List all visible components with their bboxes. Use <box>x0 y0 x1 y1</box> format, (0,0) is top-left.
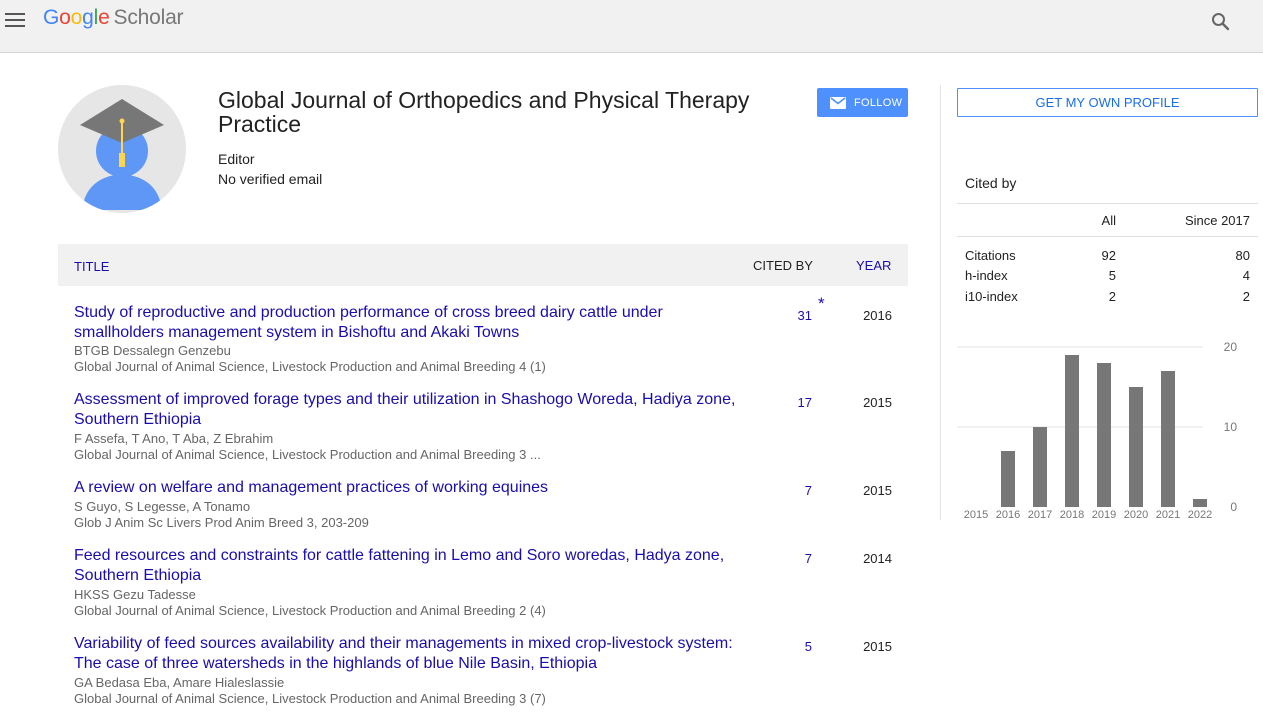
chart-x-tick-label: 2020 <box>1124 509 1148 521</box>
chart-bar-2019[interactable] <box>1097 363 1111 507</box>
publication-venue: Global Journal of Animal Science, Livest… <box>74 447 541 462</box>
publication-title-link[interactable]: A review on welfare and management pract… <box>74 478 754 498</box>
publications-table-header: TITLE CITED BY YEAR <box>58 244 908 286</box>
publication-title-link[interactable]: Assessment of improved forage types and … <box>74 390 754 430</box>
publication-venue: Global Journal of Animal Science, Livest… <box>74 691 546 706</box>
chart-bar-2020[interactable] <box>1129 387 1143 507</box>
follow-button[interactable]: FOLLOW <box>817 88 908 117</box>
get-my-own-profile-button[interactable]: GET MY OWN PROFILE <box>957 88 1258 117</box>
profile-name: Global Journal of Orthopedics and Physic… <box>218 87 750 137</box>
chart-x-tick-label: 2022 <box>1188 509 1212 521</box>
stat-since-citations: 80 <box>1235 248 1250 263</box>
chart-y-tick-label: 10 <box>1224 420 1238 434</box>
publication-title-link[interactable]: Study of reproductive and production per… <box>74 303 754 343</box>
cited-by-count-link[interactable]: 7 <box>758 483 812 498</box>
publication-authors: GA Bedasa Eba, Amare Hialeslassie <box>74 675 285 690</box>
publication-year: 2014 <box>863 551 892 566</box>
stat-label-citations: Citations <box>965 248 1016 263</box>
stat-all-i10-index: 2 <box>1108 289 1116 304</box>
publication-venue: Global Journal of Animal Science, Livest… <box>74 603 546 618</box>
chart-x-tick-label: 2015 <box>964 509 988 521</box>
cited-by-header[interactable]: CITED BY <box>753 258 813 273</box>
stat-label-h-index: h-index <box>965 268 1008 283</box>
chart-y-tick-label: 20 <box>1224 340 1238 354</box>
top-bar: Google Scholar <box>0 0 1263 53</box>
logo-product-name: Scholar <box>113 6 184 29</box>
cited-by-count-link[interactable]: 17 <box>758 395 812 410</box>
chart-bar-2016[interactable] <box>1001 451 1015 507</box>
sort-by-year-header[interactable]: YEAR <box>856 258 891 273</box>
stat-all-h-index: 5 <box>1108 268 1116 283</box>
stat-since-i10-index: 2 <box>1242 289 1250 304</box>
chart-y-tick-label: 0 <box>1230 500 1237 514</box>
chart-x-tick-label: 2018 <box>1060 509 1084 521</box>
chart-x-tick-label: 2017 <box>1028 509 1052 521</box>
cited-by-divider <box>957 236 1258 237</box>
chart-x-tick-label: 2021 <box>1156 509 1180 521</box>
logo-letter: o <box>70 6 83 29</box>
publication-title-link[interactable]: Feed resources and constraints for cattl… <box>74 546 754 586</box>
stat-label-i10-index: i10-index <box>965 289 1018 304</box>
chart-x-tick-label: 2016 <box>996 509 1020 521</box>
search-icon[interactable] <box>1210 11 1232 33</box>
citations-since-header: Since 2017 <box>1184 213 1250 228</box>
stat-all-citations: 92 <box>1101 248 1116 263</box>
stat-since-h-index: 4 <box>1242 268 1250 283</box>
publication-year: 2015 <box>863 483 892 498</box>
google-scholar-logo[interactable]: Google Scholar <box>43 6 184 30</box>
logo-letter: g <box>82 6 94 29</box>
citations-all-header: All <box>1101 213 1116 228</box>
publication-year: 2015 <box>863 395 892 410</box>
publication-authors: S Guyo, S Legesse, A Tonamo <box>74 499 251 514</box>
publication-title-link[interactable]: Variability of feed sources availability… <box>74 634 754 674</box>
chart-bar-2017[interactable] <box>1033 427 1047 507</box>
publication-authors: BTGB Dessalegn Genzebu <box>74 343 231 358</box>
merged-citations-star[interactable]: * <box>818 294 825 314</box>
cited-by-count-link[interactable]: 7 <box>758 551 812 566</box>
citations-per-year-chart: 0 10 20 2015 2016 2017 2018 2019 2020 2021 2022 <box>957 340 1238 521</box>
hamburger-menu-icon[interactable] <box>5 13 25 29</box>
publication-year: 2016 <box>863 308 892 323</box>
chart-bar-2022[interactable] <box>1193 499 1207 507</box>
cited-by-count-link[interactable]: 5 <box>758 639 812 654</box>
sort-by-title-header[interactable]: TITLE <box>74 259 109 274</box>
publication-year: 2015 <box>863 639 892 654</box>
chart-bar-2018[interactable] <box>1065 355 1079 507</box>
logo-letter: G <box>43 6 60 29</box>
cited-by-heading: Cited by <box>965 175 1017 191</box>
cited-by-divider <box>957 203 1258 204</box>
graduate-avatar-icon <box>58 85 186 213</box>
logo-letter: e <box>98 6 110 29</box>
chart-x-tick-label: 2019 <box>1092 509 1116 521</box>
publication-authors: F Assefa, T Ano, T Aba, Z Ebrahim <box>74 431 274 446</box>
follow-button-label: FOLLOW <box>854 96 903 109</box>
logo-letter: o <box>59 6 71 29</box>
publication-venue: Glob J Anim Sc Livers Prod Anim Breed 3,… <box>74 515 369 530</box>
publication-authors: HKSS Gezu Tadesse <box>74 587 196 602</box>
cited-by-count-link[interactable]: 31 <box>758 308 812 323</box>
profile-affiliation: Editor <box>218 151 255 167</box>
profile-email-status: No verified email <box>218 171 323 187</box>
sidebar-divider <box>940 85 941 520</box>
publication-venue: Global Journal of Animal Science, Livest… <box>74 359 546 374</box>
chart-bar-2021[interactable] <box>1161 371 1175 507</box>
mail-icon <box>830 96 846 109</box>
